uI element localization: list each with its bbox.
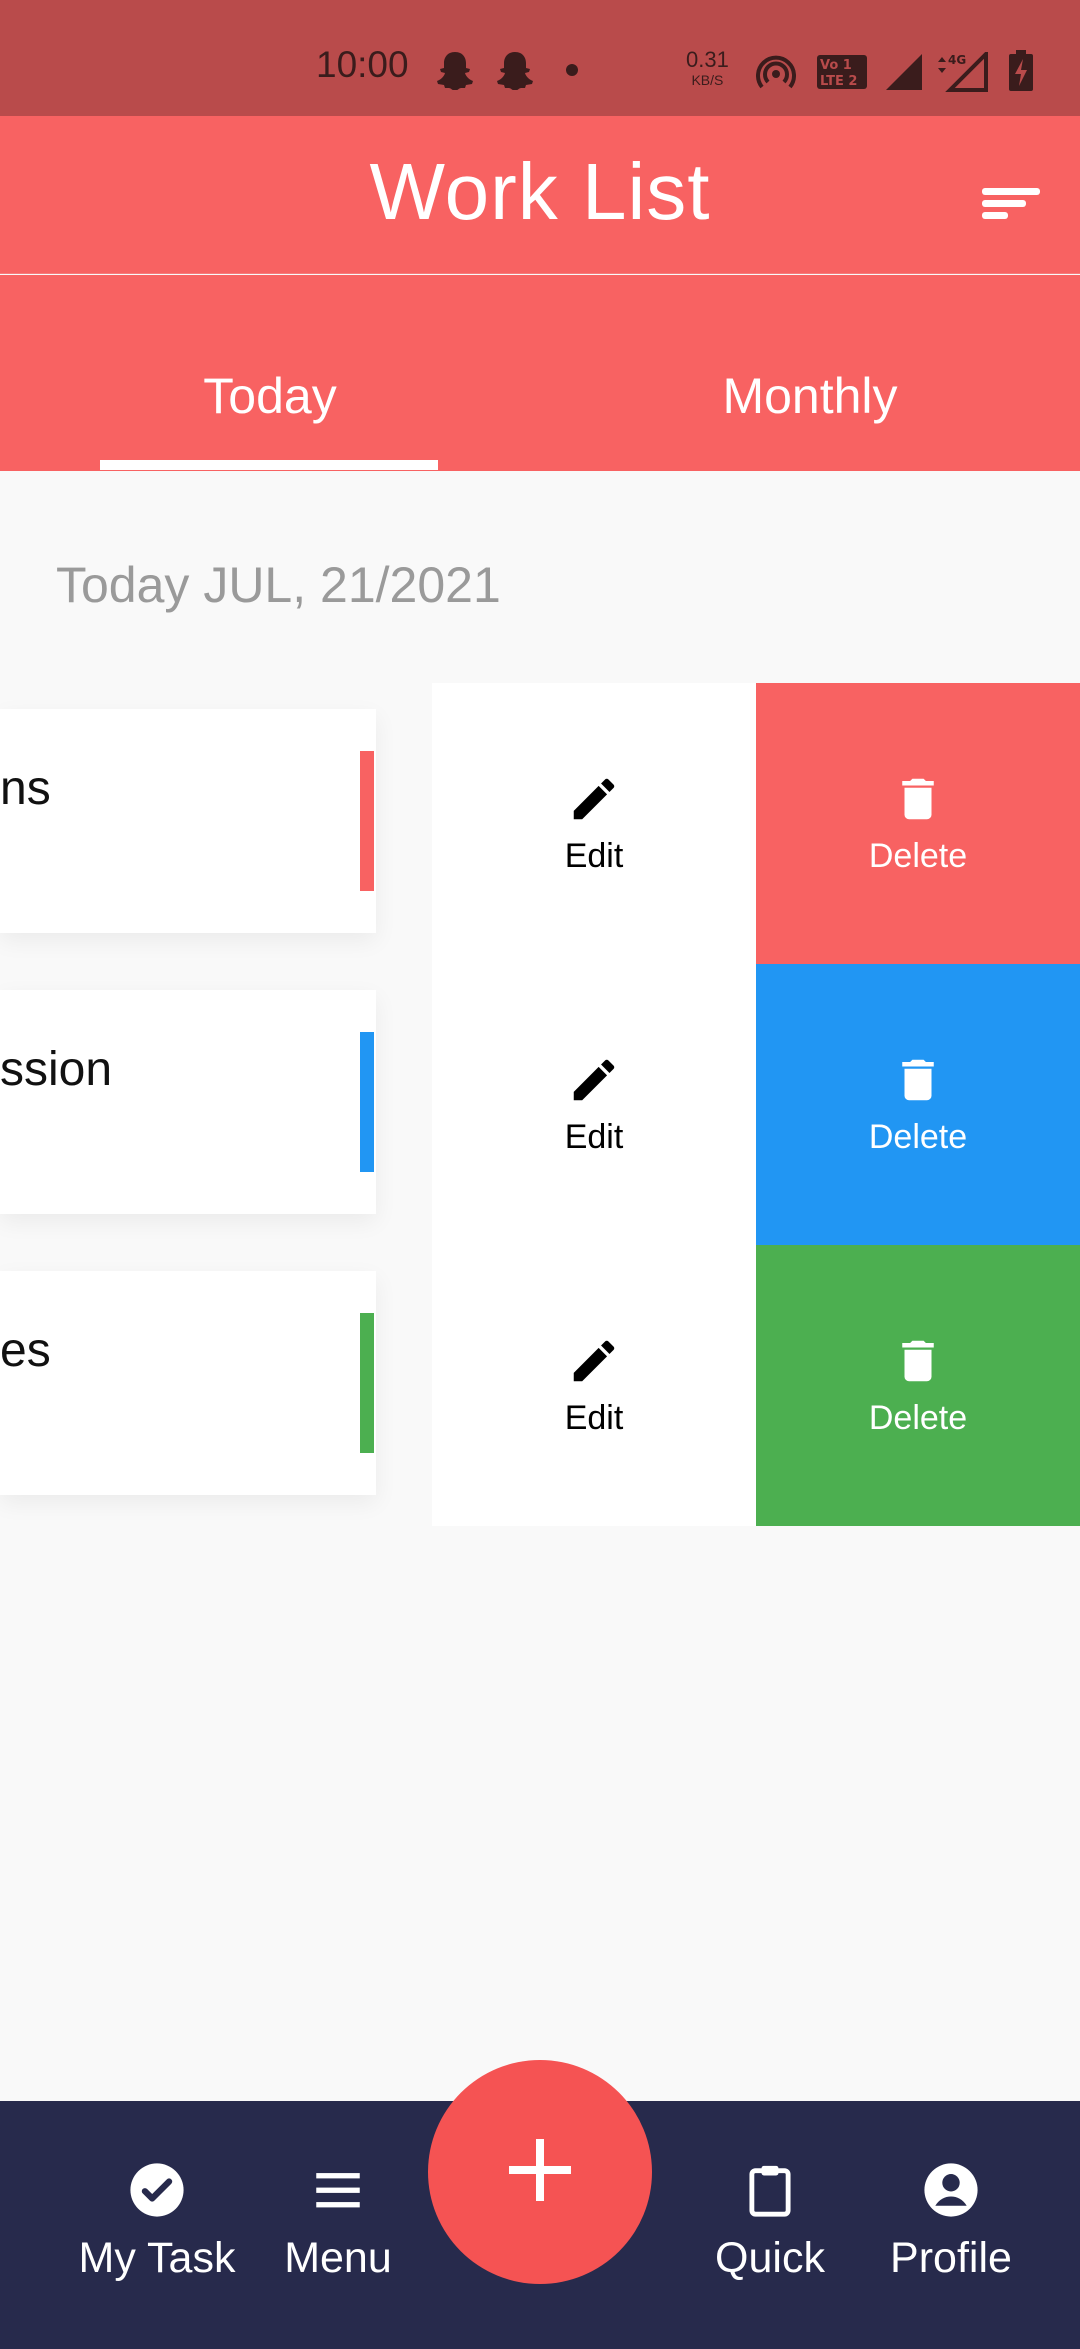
volte-icon: Vo 1 LTE 2 [816, 54, 868, 95]
network-speed-unit: KB/S [691, 72, 724, 88]
clipboard-icon [741, 2165, 799, 2223]
nav-my-task[interactable]: My Task [66, 2161, 248, 2283]
svg-text:4G: 4G [948, 53, 966, 67]
page-title: Work List [369, 147, 711, 236]
action-row: Edit Delete [432, 683, 1080, 964]
trash-icon [891, 1053, 945, 1112]
edit-label: Edit [564, 836, 624, 875]
snapchat-icon [496, 50, 534, 95]
menu-icon [309, 2173, 367, 2223]
task-card[interactable]: ssion [0, 990, 376, 1214]
trash-icon [891, 772, 945, 831]
svg-text:LTE 2: LTE 2 [820, 74, 857, 89]
swipe-actions: Edit Delete Edit Delete Edit Delete [432, 683, 1080, 1526]
pencil-icon [567, 772, 621, 831]
date-label: Today JUL, 21/2021 [56, 557, 501, 613]
task-color-stripe [360, 1032, 374, 1172]
nav-menu[interactable]: Menu [258, 2161, 418, 2283]
edit-label: Edit [564, 1398, 624, 1437]
delete-button[interactable]: Delete [756, 1245, 1080, 1526]
network-speed: 0.31 KB/S [686, 47, 729, 90]
tab-indicator [100, 460, 438, 470]
trash-icon [891, 1334, 945, 1393]
task-card[interactable]: ns [0, 709, 376, 933]
task-title: ssion [0, 1043, 113, 1096]
signal-icon [884, 52, 924, 97]
delete-label: Delete [868, 1117, 968, 1156]
delete-button[interactable]: Delete [756, 683, 1080, 964]
network-speed-value: 0.31 [686, 47, 729, 72]
sort-filter-icon[interactable] [980, 182, 1044, 222]
nav-profile[interactable]: Profile [860, 2161, 1042, 2283]
nav-label: My Task [78, 2234, 236, 2282]
edit-button[interactable]: Edit [432, 1245, 756, 1526]
task-title: es [0, 1324, 51, 1377]
app-header: Work List [0, 116, 1080, 274]
svg-text:Vo 1: Vo 1 [820, 58, 852, 73]
tab-today[interactable]: Today [100, 367, 440, 425]
tab-bar: Today Monthly [0, 275, 1080, 471]
delete-label: Delete [868, 836, 968, 875]
edit-label: Edit [564, 1117, 624, 1156]
signal-4g-icon: 4G [934, 49, 988, 97]
nav-label: Quick [715, 2234, 825, 2282]
edit-button[interactable]: Edit [432, 964, 756, 1245]
add-task-button[interactable] [428, 2060, 652, 2284]
snapchat-icon [436, 50, 474, 95]
task-card[interactable]: es [0, 1271, 376, 1495]
pencil-icon [567, 1334, 621, 1393]
nav-label: Profile [890, 2234, 1012, 2282]
delete-label: Delete [868, 1398, 968, 1437]
nav-label: Menu [284, 2234, 392, 2282]
task-color-stripe [360, 751, 374, 891]
plus-icon [505, 2135, 575, 2210]
check-circle-icon [128, 2163, 186, 2223]
hotspot-icon [756, 54, 796, 99]
action-row: Edit Delete [432, 964, 1080, 1245]
task-title: ns [0, 762, 51, 815]
dot-icon [566, 64, 578, 76]
task-color-stripe [360, 1313, 374, 1453]
action-row: Edit Delete [432, 1245, 1080, 1526]
pencil-icon [567, 1053, 621, 1112]
delete-button[interactable]: Delete [756, 964, 1080, 1245]
battery-charging-icon [1008, 50, 1034, 97]
status-bar: 10:00 0.31 KB/S Vo 1 LTE 2 4G [0, 0, 1080, 116]
tab-monthly[interactable]: Monthly [640, 367, 980, 425]
status-time: 10:00 [316, 44, 409, 85]
edit-button[interactable]: Edit [432, 683, 756, 964]
profile-icon [922, 2163, 980, 2223]
nav-quick[interactable]: Quick [690, 2161, 850, 2283]
